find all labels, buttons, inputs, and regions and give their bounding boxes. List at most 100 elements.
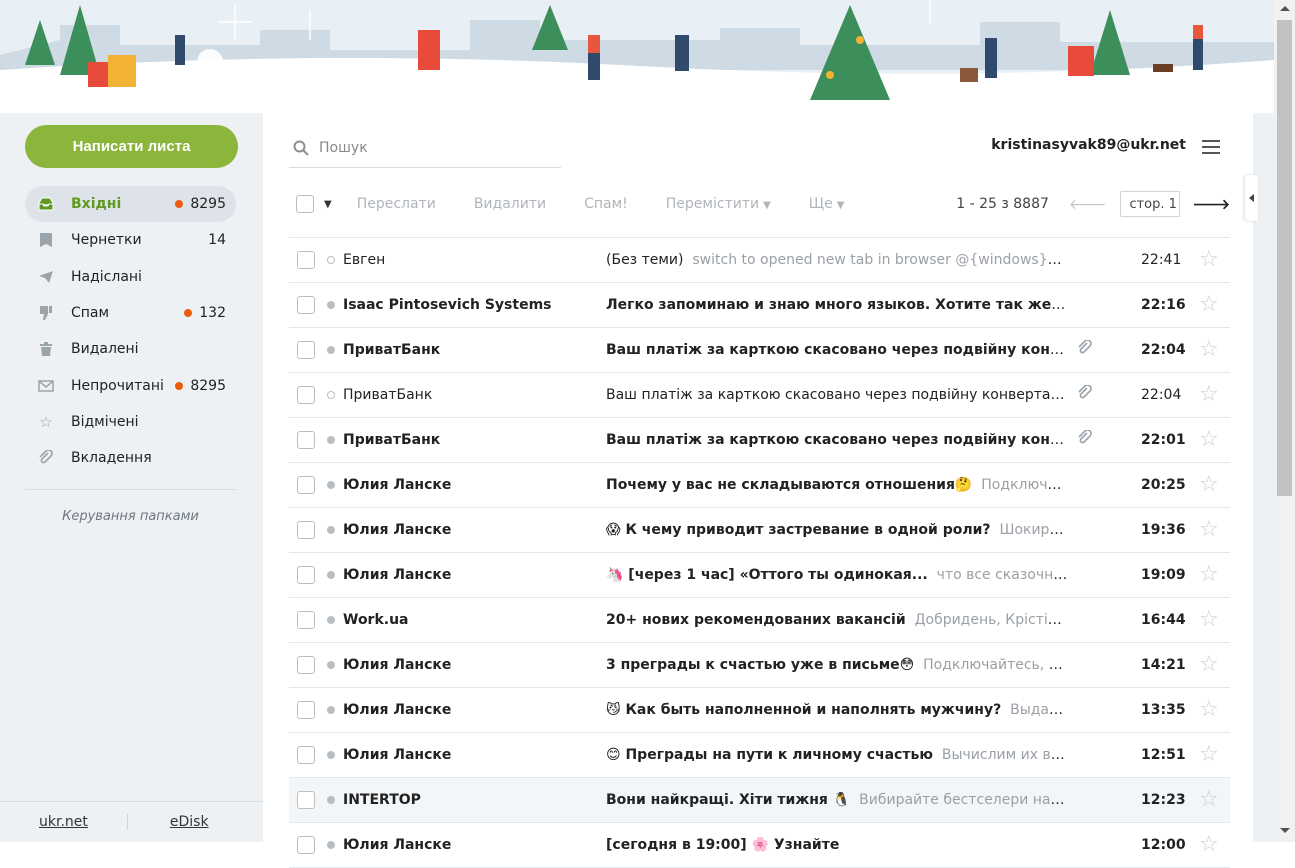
row-checkbox[interactable] <box>297 836 315 854</box>
subject-text: 🦄 [через 1 час] «Оттого ты одинокая... <box>606 567 928 583</box>
row-checkbox[interactable] <box>297 251 315 269</box>
star-icon[interactable]: ☆ <box>1199 384 1219 406</box>
search-input[interactable] <box>319 140 549 156</box>
message-row[interactable]: Юлия Ланске 3 преграды к счастью уже в пи… <box>289 643 1230 688</box>
read-status-dot[interactable] <box>327 661 335 669</box>
row-checkbox[interactable] <box>297 746 315 764</box>
read-status-dot[interactable] <box>327 256 335 264</box>
star-icon[interactable]: ☆ <box>1199 789 1219 811</box>
star-icon[interactable]: ☆ <box>1199 429 1219 451</box>
message-row[interactable]: Юлия Ланске Почему у вас не складываются … <box>289 463 1230 508</box>
message-row[interactable]: Юлия Ланске 🦄 [через 1 час] «Оттого ты од… <box>289 553 1230 598</box>
read-status-dot[interactable] <box>327 436 335 444</box>
read-status-dot[interactable] <box>327 571 335 579</box>
star-icon[interactable]: ☆ <box>1199 339 1219 361</box>
read-status-dot[interactable] <box>327 841 335 849</box>
right-panel <box>1253 113 1274 842</box>
message-row[interactable]: ПриватБанк Ваш платіж за карткою скасован… <box>289 373 1230 418</box>
star-icon[interactable]: ☆ <box>1199 249 1219 271</box>
message-row[interactable]: Isaac Pintosevich Systems Легко запоминаю… <box>289 283 1230 328</box>
move-button[interactable]: Перемістити ▼ <box>666 196 771 212</box>
folder-inbox[interactable]: Вхідні 8295 <box>25 186 236 223</box>
message-time: 22:04 <box>1141 342 1186 358</box>
folder-drafts[interactable]: Чернетки 14 <box>25 222 236 258</box>
message-preview: Вычислим их вместе <box>941 747 1068 763</box>
star-icon: ☆ <box>39 412 53 431</box>
scrollbar[interactable] <box>1274 0 1295 842</box>
trash-icon <box>37 340 55 358</box>
delete-button[interactable]: Видалити <box>474 196 546 212</box>
message-subject: 😊 Преграды на пути к личному счастью Выч… <box>606 747 1068 763</box>
message-subject: 😼 Как быть наполненной и наполнять мужчи… <box>606 702 1068 718</box>
read-status-dot[interactable] <box>327 796 335 804</box>
star-icon[interactable]: ☆ <box>1199 699 1219 721</box>
message-row[interactable]: ПриватБанк Ваш платіж за карткою скасован… <box>289 418 1230 463</box>
next-page-icon[interactable]: 🡒 <box>1192 196 1230 213</box>
prev-page-icon[interactable]: 🡐 <box>1069 196 1107 213</box>
star-icon[interactable]: ☆ <box>1199 834 1219 856</box>
message-row[interactable]: Юлия Ланске 😊 Преграды на пути к личному … <box>289 733 1230 778</box>
message-row[interactable]: ПриватБанк Ваш платіж за карткою скасован… <box>289 328 1230 373</box>
account-email[interactable]: kristinasyvak89@ukr.net <box>991 137 1186 153</box>
message-subject: Ваш платіж за карткою скасовано через по… <box>606 342 1068 358</box>
star-icon[interactable]: ☆ <box>1199 519 1219 541</box>
read-status-dot[interactable] <box>327 616 335 624</box>
page-input[interactable]: стор. 1 <box>1120 191 1181 217</box>
collapse-panel-toggle[interactable] <box>1245 175 1258 221</box>
subject-text: 😼 Как быть наполненной и наполнять мужчи… <box>606 702 1002 718</box>
message-subject: 3 преграды к счастью уже в письме😳 Подкл… <box>606 657 1068 673</box>
row-checkbox[interactable] <box>297 656 315 674</box>
select-dropdown-icon[interactable]: ▼ <box>324 199 332 210</box>
star-icon[interactable]: ☆ <box>1199 564 1219 586</box>
row-checkbox[interactable] <box>297 611 315 629</box>
read-status-dot[interactable] <box>327 391 335 399</box>
folder-spam[interactable]: Спам 132 <box>25 295 236 331</box>
star-icon[interactable]: ☆ <box>1199 474 1219 496</box>
scroll-up-icon[interactable] <box>1280 6 1290 11</box>
row-checkbox[interactable] <box>297 566 315 584</box>
select-all-checkbox[interactable] <box>296 195 314 213</box>
forward-button[interactable]: Переслати <box>357 196 436 212</box>
compose-button[interactable]: Написати листа <box>25 125 238 168</box>
message-sender: Work.ua <box>343 612 409 628</box>
read-status-dot[interactable] <box>327 751 335 759</box>
folder-count: 8295 <box>190 377 226 394</box>
row-checkbox[interactable] <box>297 791 315 809</box>
message-row[interactable]: Work.ua 20+ нових рекомендованих вакансій… <box>289 598 1230 643</box>
spam-button[interactable]: Спам! <box>584 196 628 212</box>
more-button[interactable]: Ще ▼ <box>809 196 845 212</box>
read-status-dot[interactable] <box>327 346 335 354</box>
row-checkbox[interactable] <box>297 701 315 719</box>
ukrnet-link[interactable]: ukr.net <box>39 814 88 830</box>
star-icon[interactable]: ☆ <box>1199 654 1219 676</box>
folder-unread[interactable]: Непрочитані 8295 <box>25 367 236 403</box>
manage-folders-link[interactable]: Керування папками <box>25 509 236 524</box>
row-checkbox[interactable] <box>297 386 315 404</box>
message-row[interactable]: Юлия Ланске [сегодня в 19:00] 🌸 Узнайте 1… <box>289 823 1230 868</box>
read-status-dot[interactable] <box>327 526 335 534</box>
row-checkbox[interactable] <box>297 431 315 449</box>
folder-starred[interactable]: ☆ Відмічені <box>25 404 236 440</box>
message-row[interactable]: Юлия Ланске 😱 К чему приводит застревание… <box>289 508 1230 553</box>
folder-sent[interactable]: Надіслані <box>25 259 236 295</box>
message-row[interactable]: INTERTOP Вони найкращі. Хіти тижня 🐧 Виби… <box>289 778 1230 823</box>
row-checkbox[interactable] <box>297 476 315 494</box>
star-icon[interactable]: ☆ <box>1199 744 1219 766</box>
star-icon[interactable]: ☆ <box>1199 294 1219 316</box>
edisk-link[interactable]: eDisk <box>170 814 209 830</box>
row-checkbox[interactable] <box>297 341 315 359</box>
row-checkbox[interactable] <box>297 521 315 539</box>
message-row[interactable]: Юлия Ланске 😼 Как быть наполненной и напо… <box>289 688 1230 733</box>
message-sender: Евген <box>343 252 386 268</box>
read-status-dot[interactable] <box>327 481 335 489</box>
star-icon[interactable]: ☆ <box>1199 609 1219 631</box>
message-row[interactable]: Евген (Без теми) switch to opened new tab… <box>289 238 1230 283</box>
read-status-dot[interactable] <box>327 706 335 714</box>
scrollbar-thumb[interactable] <box>1277 20 1292 496</box>
folder-attachments[interactable]: Вкладення <box>25 440 236 476</box>
menu-icon[interactable] <box>1202 140 1220 154</box>
read-status-dot[interactable] <box>327 301 335 309</box>
row-checkbox[interactable] <box>297 296 315 314</box>
scroll-down-icon[interactable] <box>1280 828 1290 833</box>
folder-trash[interactable]: Видалені <box>25 331 236 367</box>
